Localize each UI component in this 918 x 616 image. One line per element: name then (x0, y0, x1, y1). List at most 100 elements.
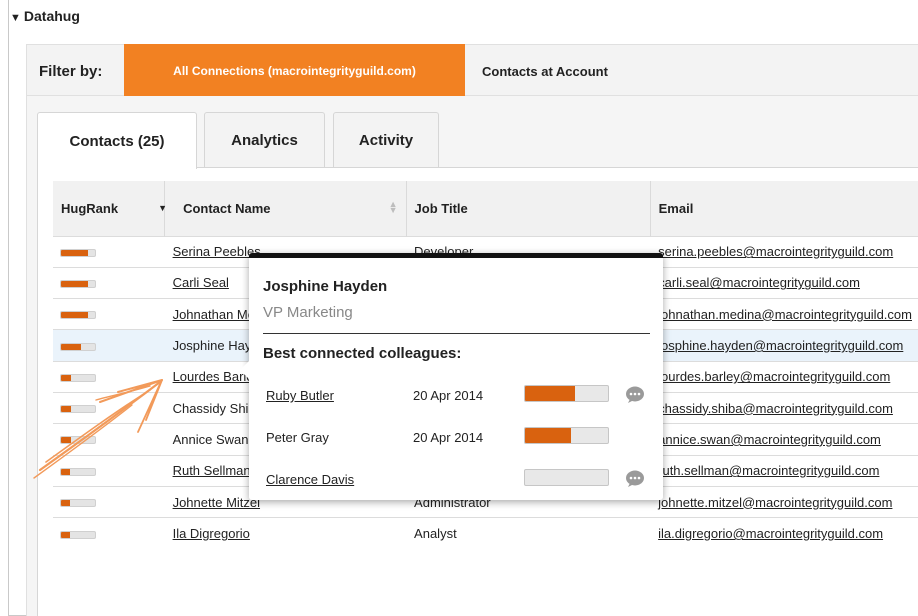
hugrank-bar (60, 311, 96, 320)
tab-activity[interactable]: Activity (333, 112, 439, 168)
hugrank-bar (60, 499, 96, 508)
email-link[interactable]: johnette.mitzel@macrointegrityguild.com (658, 495, 892, 510)
hugrank-cell (53, 329, 165, 362)
column-header-contact-name[interactable]: ▼ Contact Name ▲ ▼ (158, 181, 407, 236)
column-header-email[interactable]: Email (650, 181, 918, 236)
hover-card-name: Josphine Hayden (263, 278, 388, 295)
email-cell: lourdes.barley@macrointegrityguild.com (650, 360, 918, 393)
hugrank-bar-fill (61, 406, 72, 413)
hugrank-cell (53, 423, 165, 456)
hugrank-bar (60, 467, 96, 476)
sort-desc-icon: ▼ (158, 203, 167, 213)
hugrank-cell (53, 360, 165, 393)
column-header-hugrank[interactable]: HugRank (53, 181, 166, 236)
email-link[interactable]: johnathan.medina@macrointegrityguild.com (658, 307, 912, 322)
colleagues-heading: Best connected colleagues: (263, 345, 462, 362)
email-cell: ruth.sellman@macrointegrityguild.com (650, 454, 918, 487)
divider (263, 333, 650, 334)
table-row[interactable]: Ila Digregorio Analyst ila.digregorio@macr… (53, 517, 918, 549)
email-cell: serina.peebles@macrointegrityguild.com (650, 235, 918, 268)
hugrank-cell (53, 485, 165, 518)
email-link[interactable]: carli.seal@macrointegrityguild.com (658, 275, 860, 290)
hugrank-bar (60, 342, 96, 351)
email-cell: johnathan.medina@macrointegrityguild.com (650, 298, 918, 330)
colleague-row: Ruby Butler 20 Apr 2014 (266, 385, 656, 408)
hugrank-bar-fill (61, 468, 70, 475)
email-cell: josphine.hayden@macrointegrityguild.com (650, 329, 918, 362)
connection-strength-bar (524, 469, 609, 486)
hugrank-bar (60, 248, 96, 257)
email-link[interactable]: josphine.hayden@macrointegrityguild.com (658, 338, 903, 353)
column-header-label: Contact Name (183, 200, 271, 216)
hover-card-role: VP Marketing (263, 304, 353, 321)
hugrank-bar-fill (61, 249, 89, 256)
job-title-cell: Analyst (406, 517, 651, 549)
hugrank-bar-fill (61, 531, 70, 538)
email-link[interactable]: ila.digregorio@macrointegrityguild.com (658, 526, 883, 541)
colleague-name[interactable]: Clarence Davis (266, 472, 354, 487)
job-title: Analyst (414, 526, 457, 542)
contact-name-cell: Ila Digregorio (164, 517, 407, 549)
hugrank-bar (60, 436, 96, 445)
email-link[interactable]: ruth.sellman@macrointegrityguild.com (658, 463, 879, 478)
contact-name[interactable]: Ila Digregorio (173, 526, 250, 541)
column-header-label: HugRank (61, 200, 119, 216)
hugrank-cell (53, 391, 165, 424)
colleague-last-contact-date: 20 Apr 2014 (413, 388, 484, 403)
hugrank-cell (53, 517, 165, 549)
contact-name[interactable]: Johnette Mitzel (173, 495, 260, 510)
filter-contacts-at-account[interactable]: Contacts at Account (482, 45, 608, 97)
connection-strength-bar (524, 427, 609, 444)
hugrank-bar (60, 405, 96, 414)
colleague-row: Peter Gray 20 Apr 2014 (266, 427, 656, 450)
connection-strength-fill (525, 428, 571, 443)
email-link[interactable]: serina.peebles@macrointegrityguild.com (658, 244, 893, 259)
hugrank-cell (53, 298, 165, 330)
contact-name: Annice Swan (172, 431, 249, 447)
hugrank-bar-fill (61, 500, 70, 507)
chat-bubble-icon[interactable] (625, 386, 645, 404)
email-cell: chassidy.shiba@macrointegrityguild.com (650, 391, 918, 424)
section-title: Datahug (23, 8, 80, 24)
hugrank-bar-fill (61, 374, 72, 381)
colleague-name[interactable]: Ruby Butler (266, 388, 334, 403)
hugrank-bar (60, 280, 96, 288)
hugrank-bar (60, 530, 96, 539)
colleague-name: Peter Gray (266, 430, 329, 445)
filter-bar: Filter by: All Connections (macrointegri… (26, 44, 918, 104)
filter-all-connections-label: All Connections (macrointegrityguild.com… (173, 63, 416, 78)
tab-analytics[interactable]: Analytics (204, 112, 325, 168)
hugrank-bar-fill (61, 343, 82, 350)
email-link[interactable]: annice.swan@macrointegrityguild.com (658, 432, 881, 447)
hugrank-bar-fill (61, 281, 89, 287)
column-header-job-title[interactable]: Job Title (406, 181, 651, 236)
filter-label: Filter by: (39, 63, 103, 80)
colleague-last-contact-date: 20 Apr 2014 (413, 430, 484, 445)
email-link[interactable]: lourdes.barley@macrointegrityguild.com (658, 369, 890, 384)
contact-name[interactable]: Serina Peebles (173, 244, 261, 259)
hugrank-bar (60, 373, 96, 382)
collapse-triangle-icon: ▼ (10, 12, 21, 24)
contact-hover-card: Josphine Hayden VP Marketing Best connec… (240, 253, 663, 500)
tab-contacts[interactable]: Contacts (25) (37, 112, 197, 169)
hover-card-pointer (240, 361, 249, 379)
contact-name[interactable]: Ruth Sellman (173, 463, 251, 478)
email-cell: carli.seal@macrointegrityguild.com (650, 266, 918, 299)
email-cell: ila.digregorio@macrointegrityguild.com (650, 517, 918, 549)
section-toggle[interactable]: ▼ Datahug (10, 8, 80, 24)
filter-all-connections[interactable]: All Connections (macrointegrityguild.com… (124, 44, 465, 104)
hugrank-bar-fill (61, 437, 72, 444)
hugrank-bar-fill (61, 312, 89, 319)
email-cell: johnette.mitzel@macrointegrityguild.com (650, 485, 918, 518)
email-cell: annice.swan@macrointegrityguild.com (650, 423, 918, 456)
sort-icon: ▲ ▼ (388, 199, 398, 215)
column-header-label: Job Title (414, 200, 468, 216)
colleague-row: Clarence Davis (266, 469, 656, 492)
chat-bubble-icon[interactable] (625, 470, 645, 488)
hugrank-cell (53, 266, 165, 299)
hugrank-cell (53, 235, 165, 268)
contact-name[interactable]: Carli Seal (173, 275, 229, 290)
email-link[interactable]: chassidy.shiba@macrointegrityguild.com (658, 401, 893, 416)
connection-strength-bar (524, 385, 609, 402)
hugrank-cell (53, 454, 165, 487)
